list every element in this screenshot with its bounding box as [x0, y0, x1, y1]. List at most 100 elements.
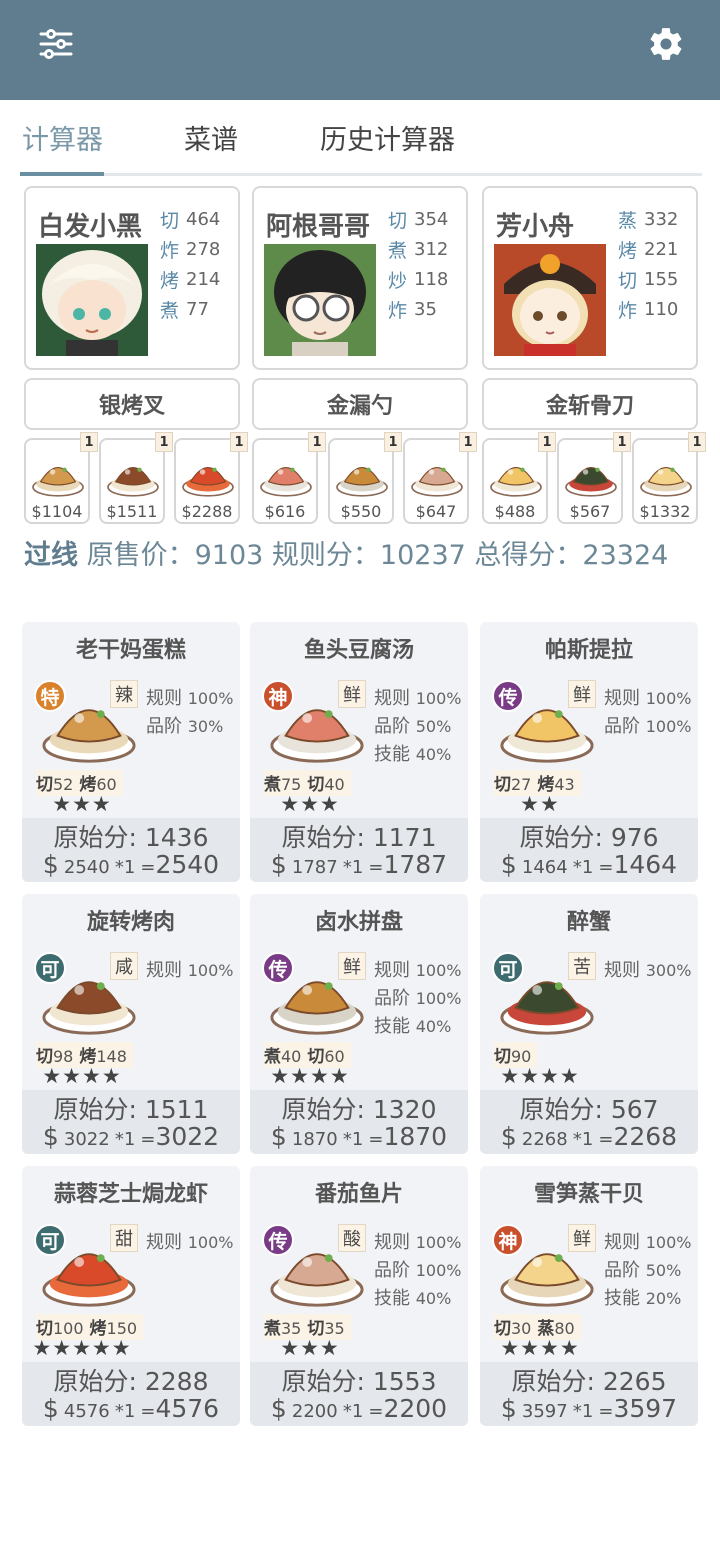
score-box: 原始分: 976 $ 1464 *1 =1464	[480, 818, 698, 882]
raw-score-value: 2265	[602, 1367, 667, 1396]
modifier-row: 规则 100%	[604, 684, 691, 712]
recipe-card[interactable]: 鱼头豆腐汤神鲜规则 100% 品阶 50% 技能 40% 煮75 切40 ★★★ 原始分: …	[250, 622, 468, 882]
tab-history-calculator[interactable]: 历史计算器	[320, 118, 455, 157]
equipment-slot[interactable]: 金斩骨刀	[482, 378, 698, 430]
score-box: 原始分: 1553 $ 2200 *1 =2200	[250, 1362, 468, 1426]
equipment-slot[interactable]: 金漏勺	[252, 378, 468, 430]
recipe-card[interactable]: 醉蟹可苦规则 300% 切90 ★★★★ 原始分: 567 $ 2268 *1 =226…	[480, 894, 698, 1154]
quantity-badge[interactable]: 1	[155, 432, 173, 452]
dish-price: $1332	[639, 502, 691, 521]
score-box: 原始分: 2265 $ 3597 *1 =3597	[480, 1362, 698, 1426]
price-total: 2540	[155, 850, 220, 879]
selected-dish-thumb[interactable]: $616 1	[252, 432, 326, 524]
quantity-badge[interactable]: 1	[688, 432, 706, 452]
recipe-card[interactable]: 老干妈蛋糕特辣规则 100% 品阶 30% 切52 烤60 ★★★ 原始分: 1436 $ …	[22, 622, 240, 882]
filter-button[interactable]	[34, 22, 78, 66]
recipe-name: 醉蟹	[566, 910, 611, 935]
star-rating: ★★	[520, 792, 560, 816]
price-value: 3022	[63, 1129, 110, 1150]
recipe-name: 蒜蓉芝士焗龙虾	[53, 1182, 208, 1207]
dollar-icon: $	[500, 850, 517, 879]
recipe-card[interactable]: 卤水拼盘传鲜规则 100% 品阶 100% 技能 40% 煮40 切60 ★★★★ 原始分:…	[250, 894, 468, 1154]
quantity-badge[interactable]: 1	[538, 432, 556, 452]
rarity-badge: 传	[262, 952, 294, 984]
raw-score-label: 原始分:	[53, 823, 137, 852]
raw-score: 原始分: 1436	[22, 818, 240, 854]
modifier-name: 品阶	[146, 716, 182, 737]
quantity-badge[interactable]: 1	[613, 432, 631, 452]
raw-score-value: 2288	[144, 1367, 209, 1396]
price-total: 1464	[613, 850, 678, 879]
taste-badge: 甜	[110, 1224, 138, 1252]
selected-dish-thumb[interactable]: $1511 1	[99, 432, 173, 524]
tab-calculator[interactable]: 计算器	[22, 118, 103, 157]
price-value: 1870	[291, 1129, 338, 1150]
quantity-badge[interactable]: 1	[459, 432, 477, 452]
star-rating: ★★★	[280, 1336, 340, 1360]
price-multiplier: *1	[114, 1129, 136, 1150]
selected-dish-thumb[interactable]: $567 1	[557, 432, 631, 524]
rarity-badge: 传	[262, 1224, 294, 1256]
price-multiplier: *1	[572, 1401, 594, 1422]
modifier-row: 规则 100%	[374, 1228, 461, 1256]
modifier-name: 规则	[604, 1232, 640, 1253]
recipe-card[interactable]: 雪笋蒸干贝神鲜规则 100% 品阶 50% 技能 20% 切30 蒸80 ★★★★ 原始分:…	[480, 1166, 698, 1426]
modifier-name: 技能	[374, 1016, 410, 1037]
selected-dish-thumb[interactable]: $488 1	[482, 432, 556, 524]
original-price-label: 原售价：	[86, 540, 195, 571]
quantity-badge[interactable]: 1	[308, 432, 326, 452]
modifier-row: 规则 100%	[374, 684, 461, 712]
recipe-name: 雪笋蒸干贝	[533, 1182, 644, 1207]
price-value: 4576	[63, 1401, 110, 1422]
pass-status: 过线	[24, 540, 78, 571]
quantity-badge[interactable]: 1	[384, 432, 402, 452]
dollar-icon: $	[42, 1122, 59, 1151]
recipe-card[interactable]: 旋转烤肉可咸规则 100% 切98 烤148 ★★★★ 原始分: 1511 $ 3022 …	[22, 894, 240, 1154]
recipe-card[interactable]: 蒜蓉芝士焗龙虾可甜规则 100% 切100 烤150 ★★★★★ 原始分: 2288 $ …	[22, 1166, 240, 1426]
score-box: 原始分: 1171 $ 1787 *1 =1787	[250, 818, 468, 882]
tab-recipes[interactable]: 菜谱	[184, 118, 238, 157]
modifier-row: 规则 100%	[146, 1228, 233, 1256]
skill-name: 炸	[388, 299, 408, 322]
skill-name: 切	[618, 269, 638, 292]
price-calc: $ 1464 *1 =1464	[480, 850, 698, 879]
selected-dish-thumb[interactable]: $1332 1	[632, 432, 706, 524]
chef-card[interactable]: 芳小舟 蒸 332 烤 221 切 155 炸 110	[482, 186, 698, 370]
selected-dish-thumb[interactable]: $2288 1	[174, 432, 248, 524]
modifier-value: 100%	[415, 961, 462, 980]
selected-dish-thumb[interactable]: $550 1	[328, 432, 402, 524]
selected-dish-thumb[interactable]: $647 1	[403, 432, 477, 524]
recipe-card[interactable]: 帕斯提拉传鲜规则 100% 品阶 100% 切27 烤43 ★★ 原始分: 976 $ 14…	[480, 622, 698, 882]
dollar-icon: $	[42, 1394, 59, 1423]
dish-image	[563, 448, 619, 498]
raw-score-label: 原始分:	[281, 1367, 365, 1396]
raw-score-value: 1436	[144, 823, 209, 852]
price-multiplier: *1	[342, 857, 364, 878]
rarity-badge: 可	[492, 952, 524, 984]
selected-dish-thumb[interactable]: $1104 1	[24, 432, 98, 524]
chef-card[interactable]: 阿根哥哥 切 354 煮 312 炒 118 炸 35	[252, 186, 468, 370]
modifier-list: 规则 100% 品阶 100% 技能 40%	[374, 1228, 461, 1312]
modifier-list: 规则 100% 品阶 50% 技能 40%	[374, 684, 461, 768]
modifier-name: 规则	[374, 688, 410, 709]
price-calc: $ 2268 *1 =2268	[480, 1122, 698, 1151]
raw-score: 原始分: 2265	[480, 1362, 698, 1398]
raw-score-value: 1511	[144, 1095, 209, 1124]
recipe-card[interactable]: 番茄鱼片传酸规则 100% 品阶 100% 技能 40% 煮35 切35 ★★★ 原始分: …	[250, 1166, 468, 1426]
chef-card[interactable]: 白发小黑 切 464 炸 278 烤 214 煮 77	[24, 186, 240, 370]
modifier-list: 规则 100% 品阶 50% 技能 20%	[604, 1228, 691, 1312]
active-tab-indicator	[20, 172, 104, 176]
recipe-name: 番茄鱼片	[314, 1182, 403, 1207]
equipment-slot[interactable]: 银烤叉	[24, 378, 240, 430]
price-total: 4576	[155, 1394, 220, 1423]
skill-name: 煮	[388, 239, 408, 262]
dish-price: $550	[340, 502, 382, 521]
raw-score-label: 原始分:	[53, 1367, 137, 1396]
modifier-name: 规则	[604, 960, 640, 981]
quantity-badge[interactable]: 1	[80, 432, 98, 452]
settings-button[interactable]	[644, 22, 688, 66]
raw-score: 原始分: 2288	[22, 1362, 240, 1398]
score-box: 原始分: 1436 $ 2540 *1 =2540	[22, 818, 240, 882]
quantity-badge[interactable]: 1	[230, 432, 248, 452]
rarity-badge: 传	[492, 680, 524, 712]
